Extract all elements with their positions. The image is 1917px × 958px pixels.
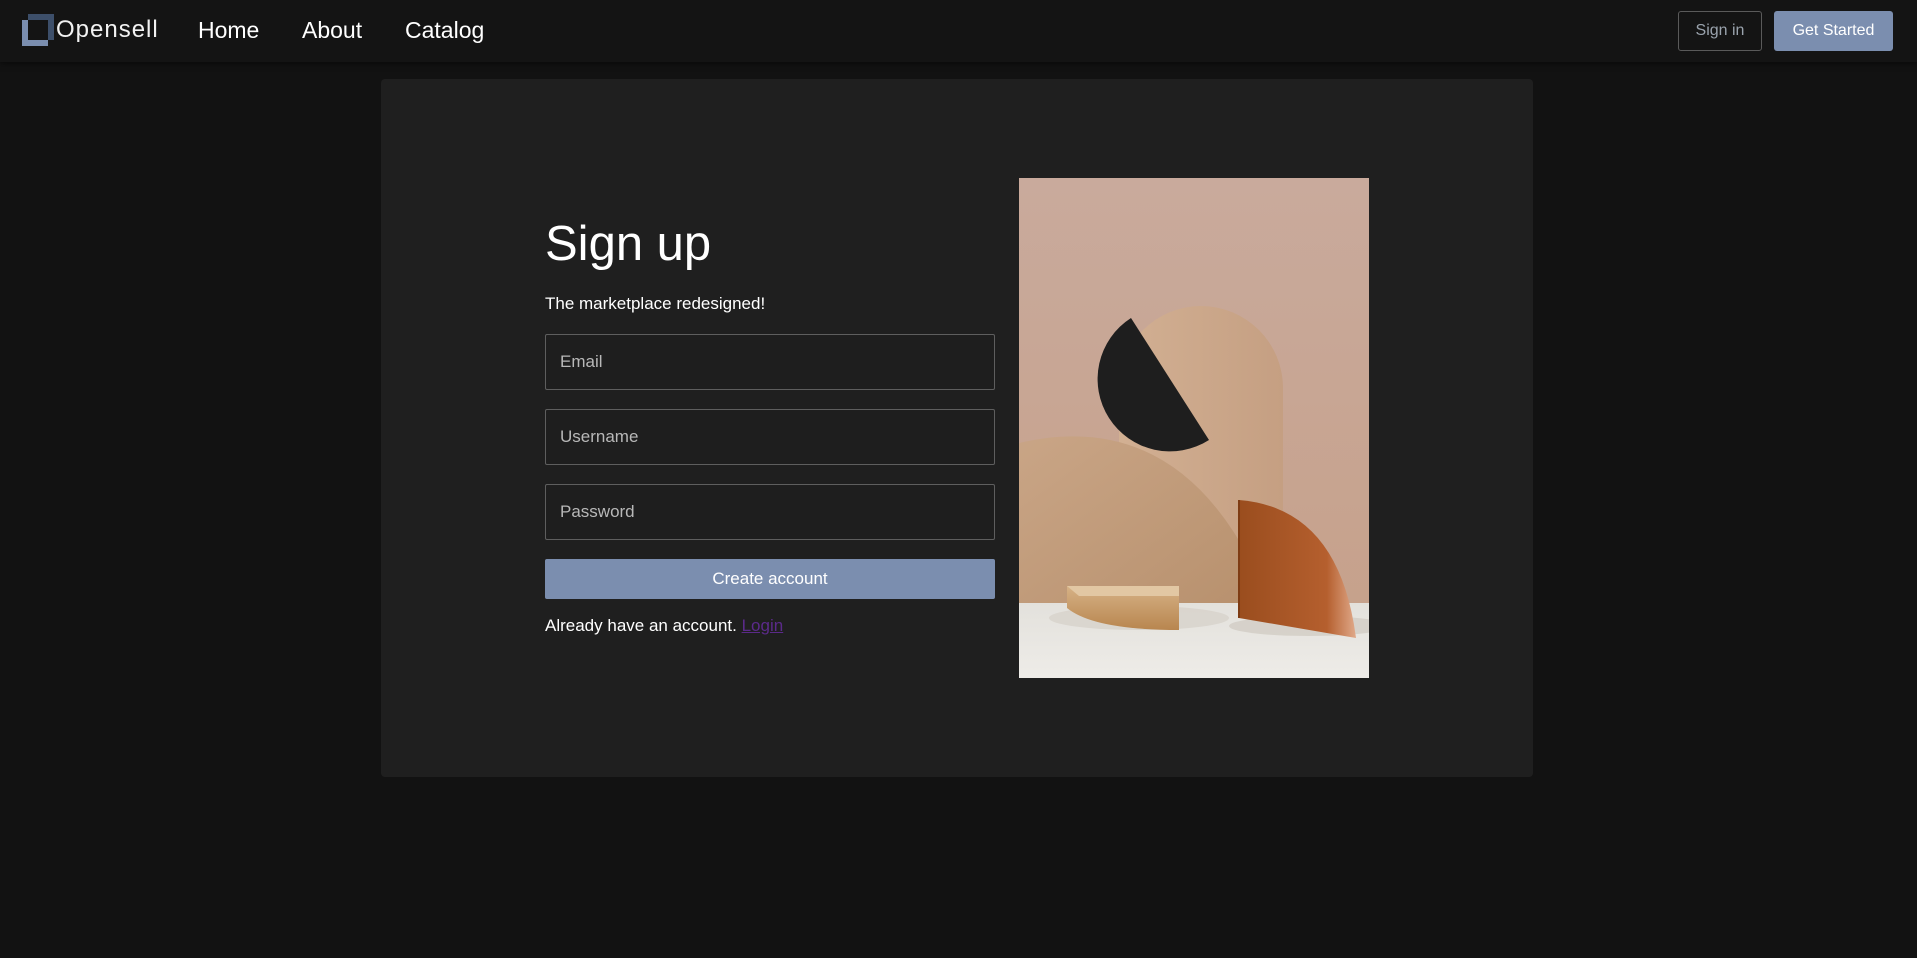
create-account-button[interactable]: Create account bbox=[545, 559, 995, 599]
login-prompt-text: Already have an account. bbox=[545, 616, 737, 635]
page-title: Sign up bbox=[545, 217, 712, 271]
decorative-shapes-image bbox=[1019, 178, 1369, 678]
get-started-button[interactable]: Get Started bbox=[1774, 11, 1893, 51]
nav-catalog[interactable]: Catalog bbox=[405, 16, 484, 44]
nav-home[interactable]: Home bbox=[198, 16, 259, 44]
opensell-logo-icon bbox=[22, 14, 54, 46]
brand-link[interactable]: Opensell bbox=[22, 14, 159, 46]
login-prompt: Already have an account. Login bbox=[545, 616, 783, 636]
page-subtitle: The marketplace redesigned! bbox=[545, 294, 766, 313]
username-field[interactable] bbox=[545, 409, 995, 465]
brand-name: Opensell bbox=[56, 16, 159, 43]
email-field[interactable] bbox=[545, 334, 995, 390]
navbar: Opensell Home About Catalog Sign in Get … bbox=[0, 0, 1917, 62]
password-field[interactable] bbox=[545, 484, 995, 540]
sign-in-button[interactable]: Sign in bbox=[1678, 11, 1762, 51]
nav-about[interactable]: About bbox=[302, 16, 362, 44]
login-link[interactable]: Login bbox=[742, 616, 784, 635]
